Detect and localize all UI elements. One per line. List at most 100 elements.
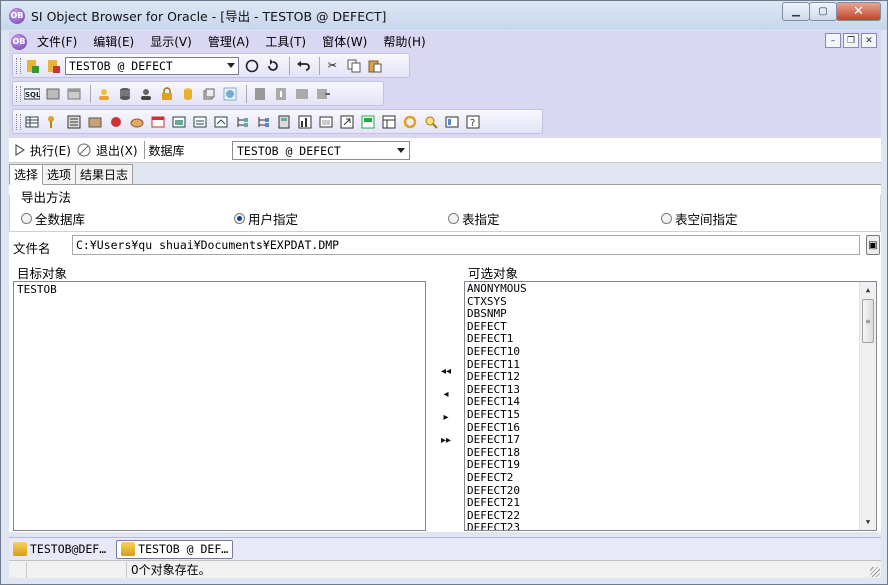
user-icon[interactable] [95, 86, 112, 102]
scroll-thumb[interactable]: ≡ [862, 299, 874, 343]
table-icon[interactable] [23, 114, 40, 130]
list-item[interactable]: DEFECT15 [467, 408, 859, 422]
target-objects-list[interactable]: TESTOB [13, 281, 426, 531]
menu-view[interactable]: 显示(V) [142, 33, 200, 50]
radio-tablespace-specified[interactable]: 表空间指定 [661, 209, 738, 228]
minimize-button[interactable]: ▁ [782, 2, 810, 21]
list-item[interactable]: DEFECT11 [467, 358, 859, 372]
undo-icon[interactable] [294, 58, 311, 74]
mdi-close-button[interactable]: ✕ [861, 33, 877, 48]
list-item[interactable]: DEFECT12 [467, 371, 859, 384]
sheet-icon[interactable] [380, 114, 397, 130]
menu-window[interactable]: 窗体(W) [314, 33, 375, 50]
trigger-icon[interactable] [212, 114, 229, 130]
info-icon[interactable] [272, 86, 289, 102]
radio-table-specified[interactable]: 表指定 [448, 209, 500, 228]
view-icon[interactable] [149, 114, 166, 130]
maximize-button[interactable]: ▢ [809, 2, 837, 21]
filename-input[interactable]: C:¥Users¥qu shuai¥Documents¥EXPDAT.DMP [72, 235, 860, 255]
paste-icon[interactable] [366, 58, 383, 74]
copy-table-icon[interactable] [293, 86, 310, 102]
save-file-icon[interactable]: ▣ [866, 235, 880, 255]
sequence-icon[interactable] [191, 114, 208, 130]
copy-icon[interactable] [345, 58, 362, 74]
window-tab-1[interactable]: TESTOB @ DEF… [116, 539, 234, 559]
server-icon[interactable] [44, 86, 61, 102]
list-item[interactable]: DEFECT17 [467, 434, 859, 447]
sql-icon[interactable]: SQL [23, 86, 40, 102]
report-icon[interactable] [359, 114, 376, 130]
resize-grip[interactable] [870, 567, 880, 577]
menu-admin[interactable]: 管理(A) [200, 33, 258, 50]
function-icon[interactable] [128, 114, 145, 130]
list-item[interactable]: DEFECT16 [467, 421, 859, 435]
link-icon[interactable] [338, 114, 355, 130]
menu-file[interactable]: 文件(F) [29, 33, 85, 50]
mdi-minimize-button[interactable]: – [825, 33, 841, 48]
database-icon[interactable] [116, 86, 133, 102]
move-table-icon[interactable] [314, 86, 331, 102]
list-item[interactable]: DEFECT13 [467, 383, 859, 397]
tab-select[interactable]: 选择 [9, 164, 44, 185]
question-icon[interactable]: ? [464, 114, 481, 130]
lob-icon[interactable] [443, 114, 460, 130]
move-left-button[interactable]: ◂ [435, 386, 457, 402]
list-item[interactable]: DEFECT18 [467, 446, 859, 460]
move-right-button[interactable]: ▸ [435, 409, 457, 425]
list-item[interactable]: DEFECT1 [467, 333, 859, 346]
lock-icon[interactable] [158, 86, 175, 102]
globe-icon[interactable] [221, 86, 238, 102]
database-select[interactable]: TESTOB @ DEFECT [232, 141, 410, 160]
search-icon[interactable] [422, 114, 439, 130]
circle-icon[interactable] [243, 58, 260, 74]
grid-icon[interactable] [251, 86, 268, 102]
available-objects-list[interactable]: ANONYMOUS CTXSYS DBSNMP DEFECT DEFECT1 DEFECT… [464, 281, 877, 531]
exit-button[interactable]: 退出(X) [77, 142, 138, 159]
title-bar[interactable]: OB SI Object Browser for Oracle - [导出 - … [1, 1, 887, 30]
radio-user-specified[interactable]: 用户指定 [234, 209, 298, 228]
menu-edit[interactable]: 编辑(E) [85, 33, 142, 50]
radio-full-database[interactable]: 全数据库 [21, 209, 85, 228]
list-item[interactable]: DEFECT22 [467, 509, 859, 523]
key-icon[interactable] [44, 114, 61, 130]
menu-help[interactable]: 帮助(H) [375, 33, 433, 50]
close-button[interactable]: ✕ [836, 2, 881, 21]
list-item[interactable]: DEFECT20 [467, 484, 859, 498]
refresh-icon[interactable] [264, 58, 281, 74]
cut-icon[interactable]: ✂ [324, 58, 341, 74]
list-item[interactable]: DEFECT [467, 320, 859, 334]
disconnect-icon[interactable] [44, 58, 61, 74]
tab-options[interactable]: 选项 [42, 164, 77, 184]
list-item[interactable]: ANONYMOUS [467, 282, 859, 296]
list-item[interactable]: CTXSYS [467, 295, 859, 309]
list-item[interactable]: DBSNMP [467, 308, 859, 321]
tree-icon[interactable] [233, 114, 250, 130]
index-icon[interactable] [65, 114, 82, 130]
list-item[interactable]: DEFECT19 [467, 459, 859, 472]
list-item[interactable]: DEFECT2 [467, 471, 859, 485]
move-all-left-button[interactable]: ◂◂ [435, 363, 457, 379]
tree2-icon[interactable] [254, 114, 271, 130]
calc-icon[interactable] [275, 114, 292, 130]
list-item[interactable]: DEFECT14 [467, 396, 859, 409]
mdi-app-icon[interactable]: OB [11, 33, 27, 50]
list-item[interactable]: DEFECT21 [467, 496, 859, 510]
list-item[interactable]: TESTOB [17, 283, 422, 296]
list-item[interactable]: DEFECT23 [467, 522, 859, 530]
execute-button[interactable]: 执行(E) [15, 142, 71, 159]
connect-icon[interactable] [23, 58, 40, 74]
window-icon[interactable] [65, 86, 82, 102]
window-tab-0[interactable]: TESTOB@DEF… [9, 540, 110, 559]
form-icon[interactable] [317, 114, 334, 130]
scroll-down-icon[interactable]: ▼ [860, 514, 876, 530]
mdi-restore-button[interactable]: ❐ [843, 33, 859, 48]
move-all-right-button[interactable]: ▸▸ [435, 432, 457, 448]
scroll-up-icon[interactable]: ▲ [860, 282, 876, 298]
menu-tools[interactable]: 工具(T) [257, 33, 314, 50]
vertical-scrollbar[interactable]: ▲ ≡ ▼ [859, 282, 876, 530]
tab-result-log[interactable]: 结果日志 [75, 164, 134, 184]
role-icon[interactable] [137, 86, 154, 102]
database-combo[interactable]: TESTOB @ DEFECT [65, 56, 239, 75]
cylinder-icon[interactable] [179, 86, 196, 102]
chart-icon[interactable] [296, 114, 313, 130]
